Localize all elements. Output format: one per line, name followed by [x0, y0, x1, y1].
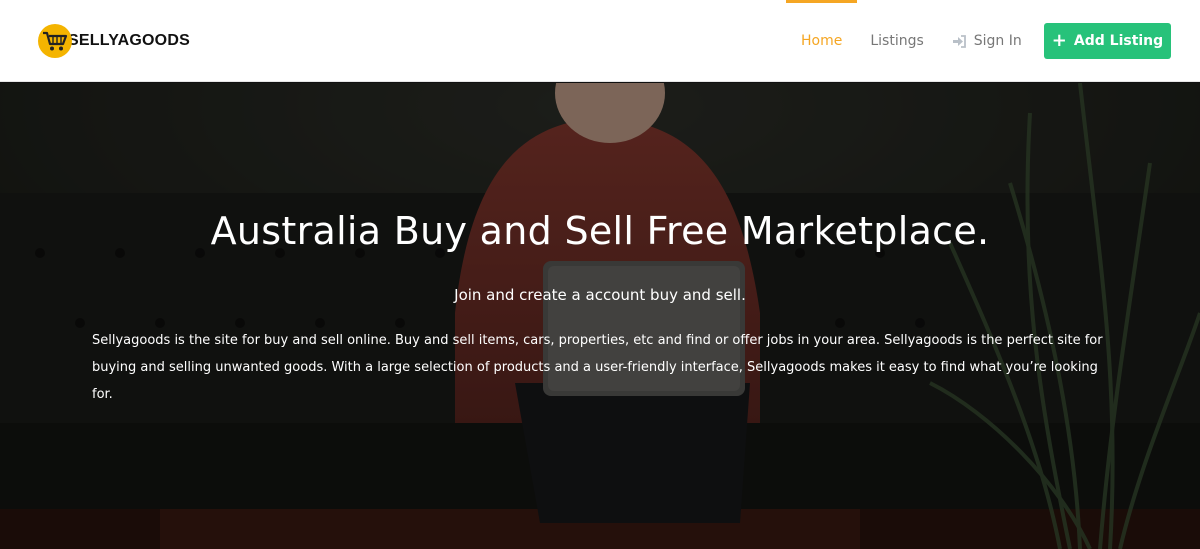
- add-listing-button[interactable]: + Add Listing: [1044, 23, 1171, 59]
- add-listing-label: Add Listing: [1073, 33, 1164, 49]
- nav-sign-in-label: Sign In: [973, 33, 1022, 49]
- nav-listings[interactable]: Listings: [870, 0, 923, 82]
- sign-in-icon: [952, 34, 966, 48]
- plus-icon: +: [1051, 30, 1067, 51]
- brand-name: SELLYAGOODS: [68, 32, 190, 49]
- nav-home[interactable]: Home: [786, 0, 858, 82]
- main-nav: Home Listings Sign In: [786, 0, 1022, 82]
- shopping-cart-icon: [38, 24, 72, 58]
- nav-sign-in[interactable]: Sign In: [952, 0, 1022, 82]
- hero-title: Australia Buy and Sell Free Marketplace.: [210, 209, 990, 253]
- hero-section: Australia Buy and Sell Free Marketplace.…: [0, 83, 1200, 549]
- hero-overlay: [0, 83, 1200, 549]
- hero-description: Sellyagoods is the site for buy and sell…: [92, 333, 1103, 402]
- hero-subtitle: Join and create a account buy and sell.: [454, 286, 746, 304]
- site-header: SELLYAGOODS Home Listings Sign In + Add …: [0, 0, 1200, 82]
- site-logo[interactable]: SELLYAGOODS: [38, 24, 190, 58]
